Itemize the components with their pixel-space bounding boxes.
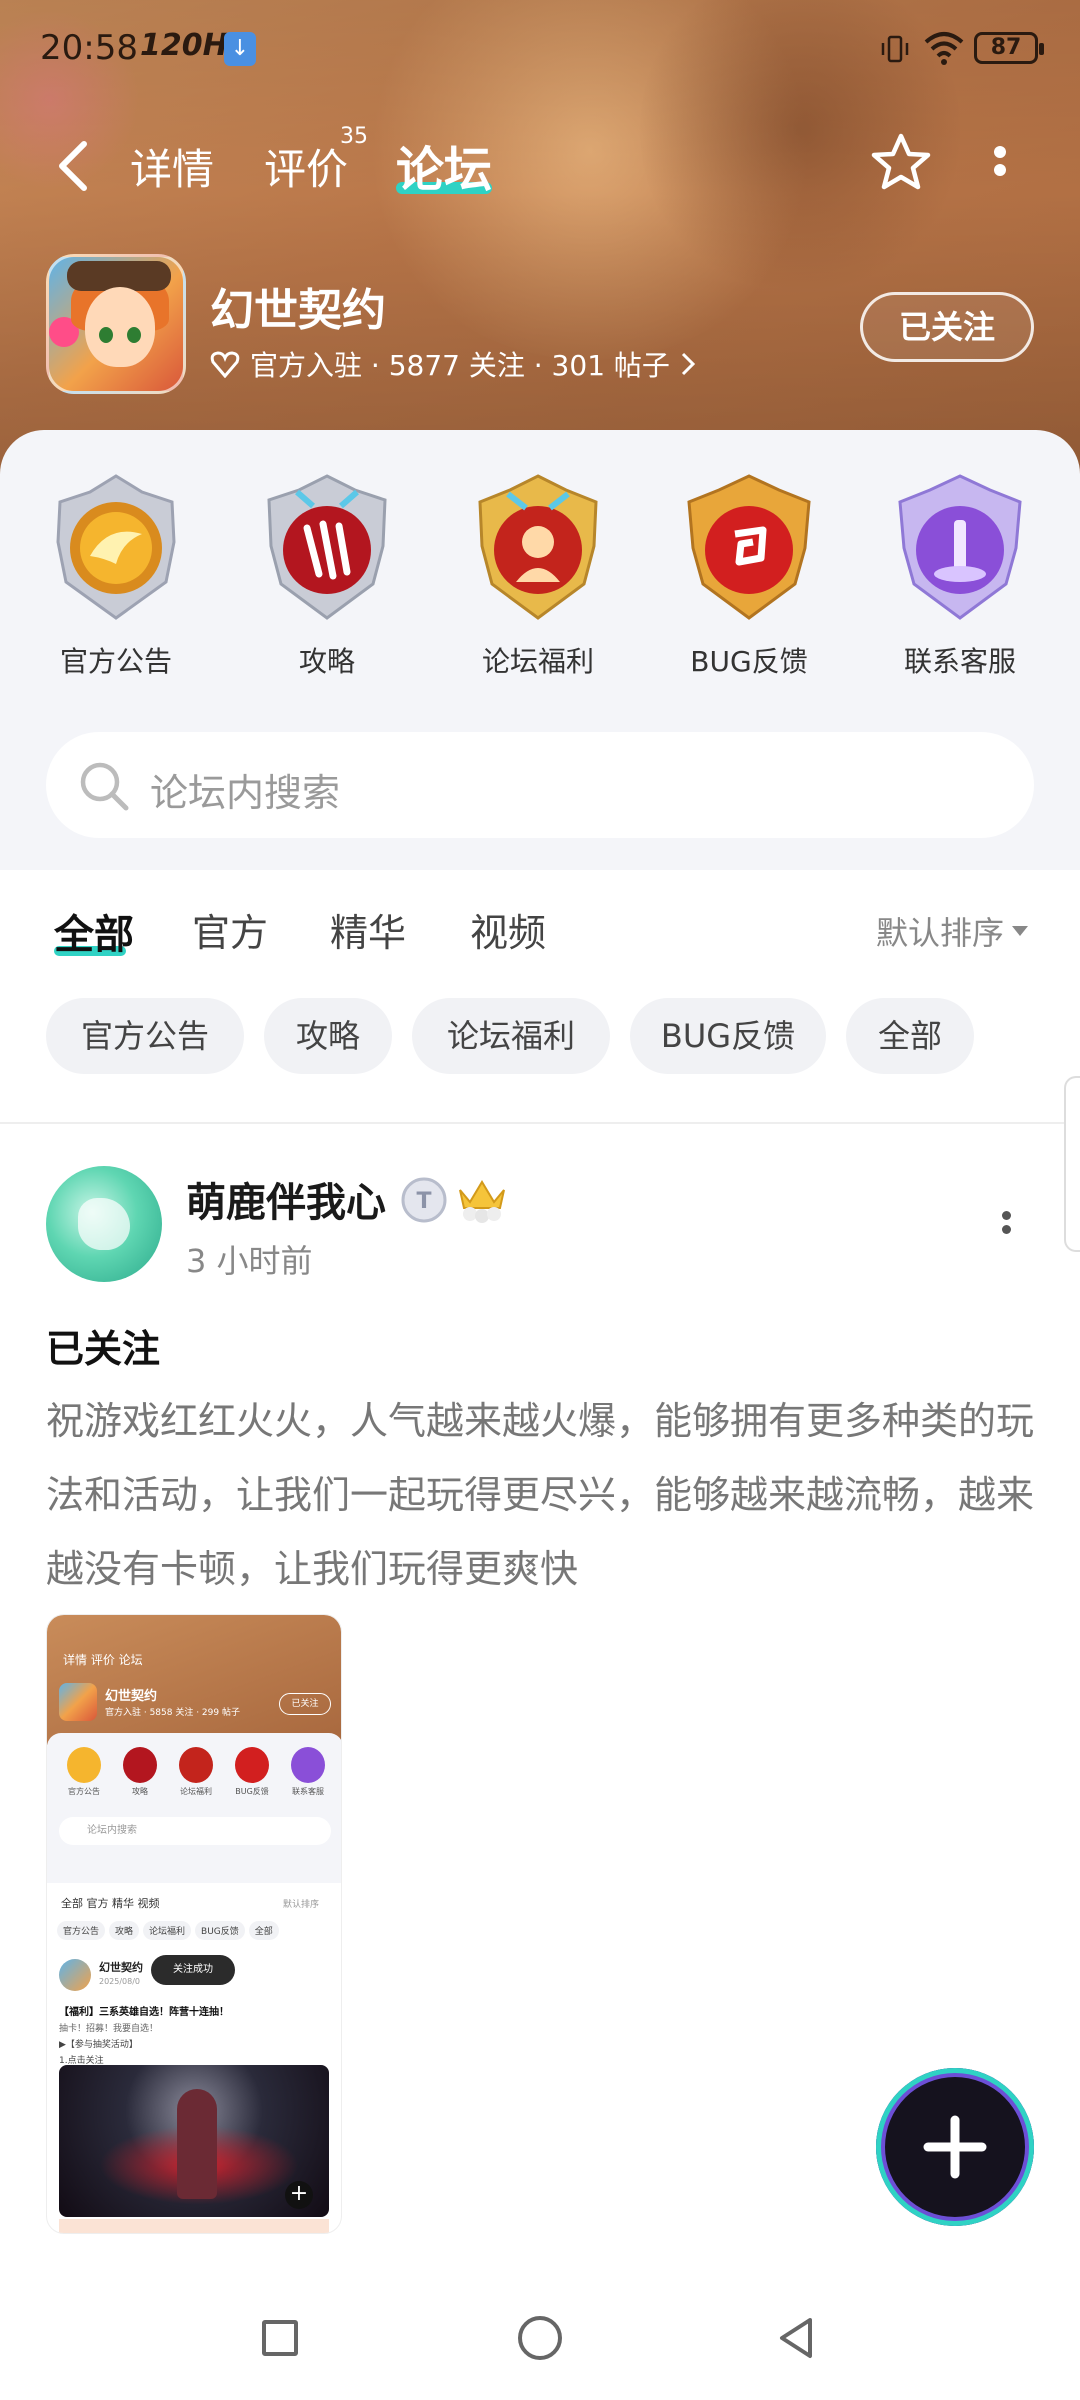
wifi-icon (924, 32, 964, 65)
recent-apps-icon[interactable] (262, 2320, 298, 2356)
game-meta-text: 官方入驻 · 5877 关注 · 301 帖子 (250, 349, 670, 382)
chevron-right-icon (681, 352, 696, 376)
image-post-line: ▶【参与抽奖活动】 (59, 2040, 138, 2050)
chip-official-notice[interactable]: 官方公告 (46, 998, 244, 1074)
plus-icon (923, 2115, 987, 2179)
post-more-button[interactable] (994, 1206, 1018, 1246)
category-label: BUG反馈 (690, 645, 808, 678)
post-image[interactable]: 详情 评价 论坛 幻世契约 官方入驻 · 5858 关注 · 299 帖子 已关… (46, 1614, 342, 2234)
back-triangle-icon[interactable] (776, 2316, 816, 2360)
image-author: 幻世契约 (99, 1961, 143, 1974)
forum-panel: 官方公告 攻略 论坛福利 BUG反馈 联系客服 论坛内搜索 (0, 430, 1080, 870)
post-title[interactable]: 已关注 (46, 1318, 160, 1373)
category-label: 联系客服 (903, 645, 1016, 678)
hero-badge-icon (478, 474, 598, 620)
image-game-meta: 官方入驻 · 5858 关注 · 299 帖子 (105, 1708, 240, 1718)
post-author[interactable]: 萌鹿伴我心 (186, 1170, 386, 1228)
image-post-title: 【福利】三系英雄自选！阵营十连抽！ (59, 2007, 229, 2018)
chip-all[interactable]: 全部 (846, 998, 974, 1074)
chip-bug-report[interactable]: BUG反馈 (630, 998, 826, 1074)
search-placeholder: 论坛内搜索 (150, 771, 341, 815)
follow-button[interactable]: 已关注 (860, 292, 1034, 362)
game-meta[interactable]: 官方入驻 · 5877 关注 · 301 帖子 (210, 344, 696, 384)
svg-text:T: T (416, 1189, 431, 1214)
image-game-icon (59, 1683, 97, 1721)
level-badge-icon: T (401, 1177, 447, 1223)
gold-swirl-badge-icon (56, 474, 176, 620)
tab-detail[interactable]: 详情 (130, 136, 214, 197)
category-official-notice[interactable]: 官方公告 (31, 472, 201, 680)
image-sort: 默认排序 (283, 1900, 320, 1910)
image-toast: 关注成功 (151, 1955, 235, 1985)
favorite-star-icon[interactable] (868, 130, 934, 196)
filter-tab-official[interactable]: 官方 (192, 902, 268, 957)
game-name: 幻世契约 (210, 285, 386, 336)
image-date: 2025/08/0 (99, 1977, 141, 1986)
post-time: 3 小时前 (186, 1242, 313, 1280)
image-post-line: 抽卡！招募！我要自选！ (59, 2024, 159, 2034)
search-icon (80, 762, 129, 811)
image-game-name: 幻世契约 (105, 1689, 158, 1704)
category-label: 论坛福利 (481, 645, 594, 678)
crown-icon (459, 1180, 505, 1223)
image-tabs: 详情 评价 论坛 (63, 1653, 143, 1667)
avatar[interactable] (46, 1166, 162, 1282)
chip-strategy[interactable]: 攻略 (264, 998, 392, 1074)
caret-down-icon (1012, 926, 1029, 936)
sort-dropdown[interactable]: 默认排序 (876, 908, 1029, 954)
game-header: 20:58 120Hz ↓ 87 详情 评价 35 论坛 幻世契约 官方入驻 ·… (0, 0, 1080, 480)
chip-forum-welfare[interactable]: 论坛福利 (412, 998, 610, 1074)
category-strategy[interactable]: 攻略 (242, 472, 412, 680)
system-nav-bar (0, 2272, 1080, 2400)
post-body[interactable]: 祝游戏红红火火，人气越来越火爆，能够拥有更多种类的玩法和活动，让我们一起玩得更尽… (46, 1384, 1036, 1606)
tab-review[interactable]: 评价 (264, 136, 348, 197)
image-avatar (59, 1959, 91, 1991)
tab-forum[interactable]: 论坛 (396, 130, 492, 200)
create-post-button[interactable] (876, 2068, 1034, 2226)
image-strip (59, 2219, 329, 2233)
category-label: 攻略 (298, 645, 355, 678)
image-filter-tabs: 全部 官方 精华 视频 (61, 1897, 160, 1910)
battery-indicator: 87 (974, 32, 1044, 64)
official-badge-icon (210, 351, 240, 378)
status-bar: 20:58 120Hz ↓ 87 (0, 0, 1080, 96)
download-icon: ↓ (224, 32, 256, 66)
side-drawer-handle[interactable] (1064, 1076, 1080, 1252)
spiral-badge-icon (687, 474, 811, 620)
more-options-button[interactable] (982, 140, 1018, 190)
filter-tab-featured[interactable]: 精华 (330, 902, 406, 957)
game-icon[interactable] (46, 254, 186, 394)
home-icon[interactable] (518, 2316, 562, 2360)
category-bug-report[interactable]: BUG反馈 (664, 472, 834, 680)
back-button[interactable] (50, 138, 100, 194)
top-nav: 详情 评价 35 论坛 (0, 120, 1080, 210)
category-forum-welfare[interactable]: 论坛福利 (453, 472, 623, 680)
sort-label: 默认排序 (876, 914, 1005, 952)
image-chips: 官方公告 攻略 论坛福利 BUG反馈 全部 (57, 1921, 283, 1940)
purple-crystal-badge-icon (898, 474, 1022, 620)
vibrate-icon (881, 35, 909, 63)
topic-chips: 官方公告 攻略 论坛福利 BUG反馈 全部 (0, 998, 1080, 1078)
image-panel: 官方公告 攻略 论坛福利 BUG反馈 联系客服 论坛内搜索 (47, 1733, 341, 1883)
image-artwork: + (59, 2065, 329, 2217)
category-customer-service[interactable]: 联系客服 (875, 472, 1045, 680)
status-time: 20:58 (40, 28, 138, 68)
claw-badge-icon (267, 474, 387, 620)
filter-tab-video[interactable]: 视频 (470, 902, 546, 957)
image-follow: 已关注 (279, 1693, 331, 1715)
category-label: 官方公告 (59, 645, 172, 678)
image-header (47, 1615, 341, 1745)
post-filter-tabs: 全部 官方 精华 视频 默认排序 (0, 880, 1080, 980)
review-count-badge: 35 (340, 124, 368, 149)
forum-search-input[interactable]: 论坛内搜索 (46, 732, 1034, 838)
filter-tab-all[interactable]: 全部 (54, 902, 134, 960)
section-divider (0, 1122, 1080, 1124)
